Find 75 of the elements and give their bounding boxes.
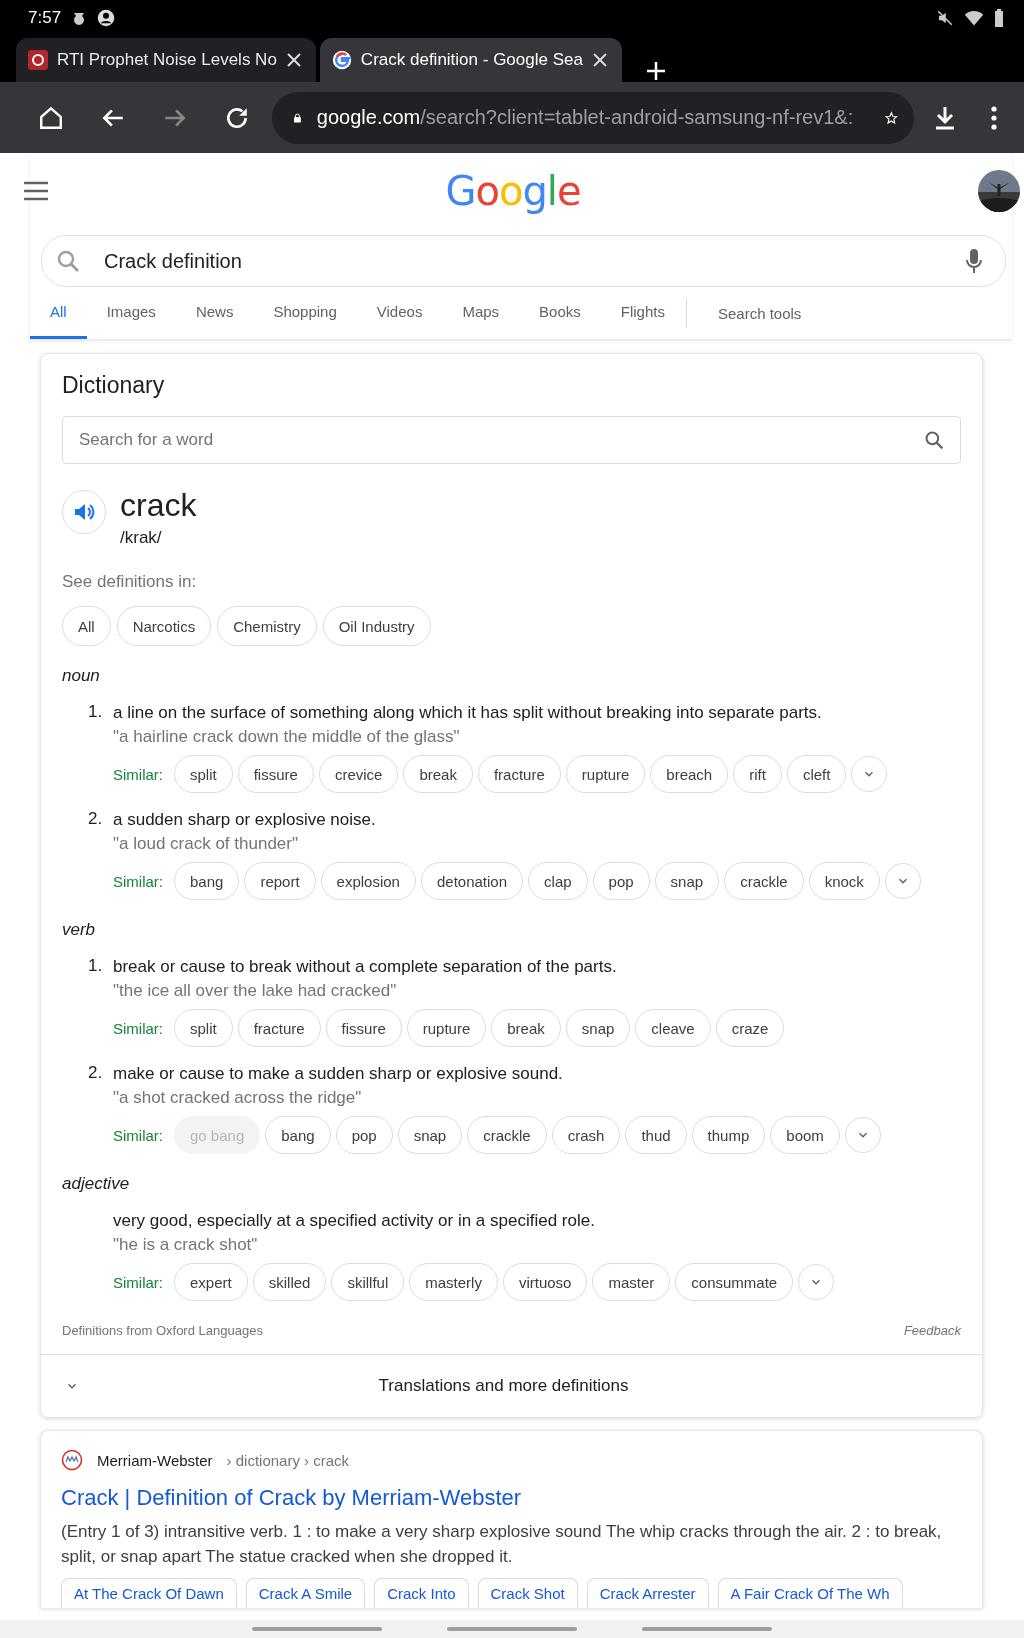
search-icon[interactable] (924, 430, 944, 450)
close-icon[interactable] (285, 52, 302, 68)
definition-number: 2. (88, 809, 103, 828)
result-snippet: (Entry 1 of 3) intransitive verb. 1 : to make a very sharp explosive sound The whip cracks through the air. 2 : to break, split, or snap apart The statue cracked when she dropped it. (61, 1521, 943, 1568)
result-title-link[interactable]: Crack | Definition of Crack by Merriam-Webster (61, 1485, 522, 1511)
similar-label: Similar: (113, 1019, 163, 1037)
download-icon[interactable] (933, 104, 957, 131)
feedback-link[interactable]: Feedback (903, 1323, 961, 1338)
search-field[interactable]: Crack definition (41, 235, 1006, 287)
mute-icon (936, 9, 954, 27)
similar-label: Similar: (113, 765, 163, 783)
definition-text: a sudden sharp or explosive noise. (113, 809, 377, 831)
address-bar[interactable]: google.com/search?client=tablet-android-samsung-nf-rev1&: (272, 91, 914, 144)
search-tab[interactable]: News (175, 287, 254, 339)
search-tab[interactable]: Flights (600, 287, 685, 339)
site-favicon-icon (61, 1449, 83, 1471)
search-tab[interactable]: Videos (356, 287, 443, 339)
similar-label: Similar: (113, 872, 163, 890)
account-icon (97, 9, 116, 27)
see-definitions-label: See definitions in: (62, 572, 198, 592)
breadcrumb: › dictionary › crack (226, 1451, 350, 1469)
part-of-speech: verb (62, 920, 97, 940)
part-of-speech: adjective (62, 1174, 131, 1194)
site-favicon-icon (28, 50, 48, 70)
related-search-chip[interactable]: Crack Shot (477, 1578, 578, 1608)
wifi-icon (964, 9, 984, 27)
app-handle[interactable] (252, 1627, 383, 1631)
close-icon[interactable] (591, 52, 608, 68)
app-handle[interactable] (447, 1627, 577, 1631)
clock-time: 7:57 (28, 8, 62, 28)
definition-text: a line on the surface of something along which it has split without breaking into separate parts. (113, 702, 823, 724)
app-handle[interactable] (641, 1627, 772, 1631)
google-logo[interactable]: Google (48, 168, 978, 214)
menu-icon[interactable] (24, 181, 48, 201)
more-menu-icon[interactable] (991, 105, 997, 130)
definition-text: make or cause to make a sudden sharp or explosive sound. (113, 1063, 564, 1085)
search-tab[interactable]: Maps (442, 287, 520, 339)
example-sentence: "he is a crack shot" (113, 1235, 259, 1255)
similar-label: Similar: (113, 1126, 163, 1144)
search-tab[interactable]: Shopping (253, 287, 357, 339)
home-icon[interactable] (38, 104, 64, 131)
microphone-icon[interactable] (965, 248, 983, 274)
search-tab[interactable]: All (30, 287, 87, 339)
card-title: Dictionary (62, 372, 166, 399)
search-tab[interactable]: Books (519, 287, 601, 339)
similar-label: Similar: (113, 1273, 163, 1291)
related-search-chip[interactable]: Crack Arrester (586, 1578, 709, 1608)
definition-number: 1. (88, 956, 103, 975)
source-attribution: Definitions from Oxford Languages (62, 1323, 263, 1338)
phonetic-spelling: /krak/ (120, 528, 163, 548)
battery-icon (994, 9, 1004, 27)
related-search-chip[interactable]: At The Crack Of Dawn (61, 1578, 237, 1608)
search-icon (56, 249, 80, 273)
related-search-chip[interactable]: Crack A Smile (245, 1578, 366, 1608)
headword: crack (120, 486, 197, 524)
search-tools-button[interactable]: Search tools (697, 304, 822, 322)
related-search-chip[interactable]: A Fair Crack Of The Wh (717, 1578, 903, 1608)
browser-tab[interactable]: Crack definition - Google Sea (319, 38, 622, 82)
browser-tab[interactable]: RTI Prophet Noise Levels No (16, 38, 316, 82)
example-sentence: "a loud crack of thunder" (113, 834, 299, 854)
google-g-icon (331, 50, 352, 70)
definition-text: break or cause to break without a complete separation of the parts. (113, 956, 618, 978)
site-name: Merriam-Webster (97, 1451, 213, 1469)
example-sentence: "a hairline crack down the middle of the glass" (113, 727, 461, 747)
plus-icon[interactable] (644, 60, 667, 82)
part-of-speech: noun (62, 666, 101, 686)
example-sentence: "the ice all over the lake had cracked" (113, 981, 398, 1001)
more-definitions-button[interactable]: Translations and more definitions (41, 1354, 982, 1417)
related-search-chip[interactable]: Crack Into (374, 1578, 469, 1608)
word-search-field[interactable]: Search for a word (62, 416, 961, 464)
search-tab[interactable]: Images (86, 287, 176, 339)
definition-number: 2. (88, 1063, 103, 1082)
definition-number: 1. (88, 702, 103, 721)
definition-text: very good, especially at a specified activity or in a specified role. (113, 1210, 596, 1232)
example-sentence: "a shot cracked across the ridge" (113, 1088, 363, 1108)
